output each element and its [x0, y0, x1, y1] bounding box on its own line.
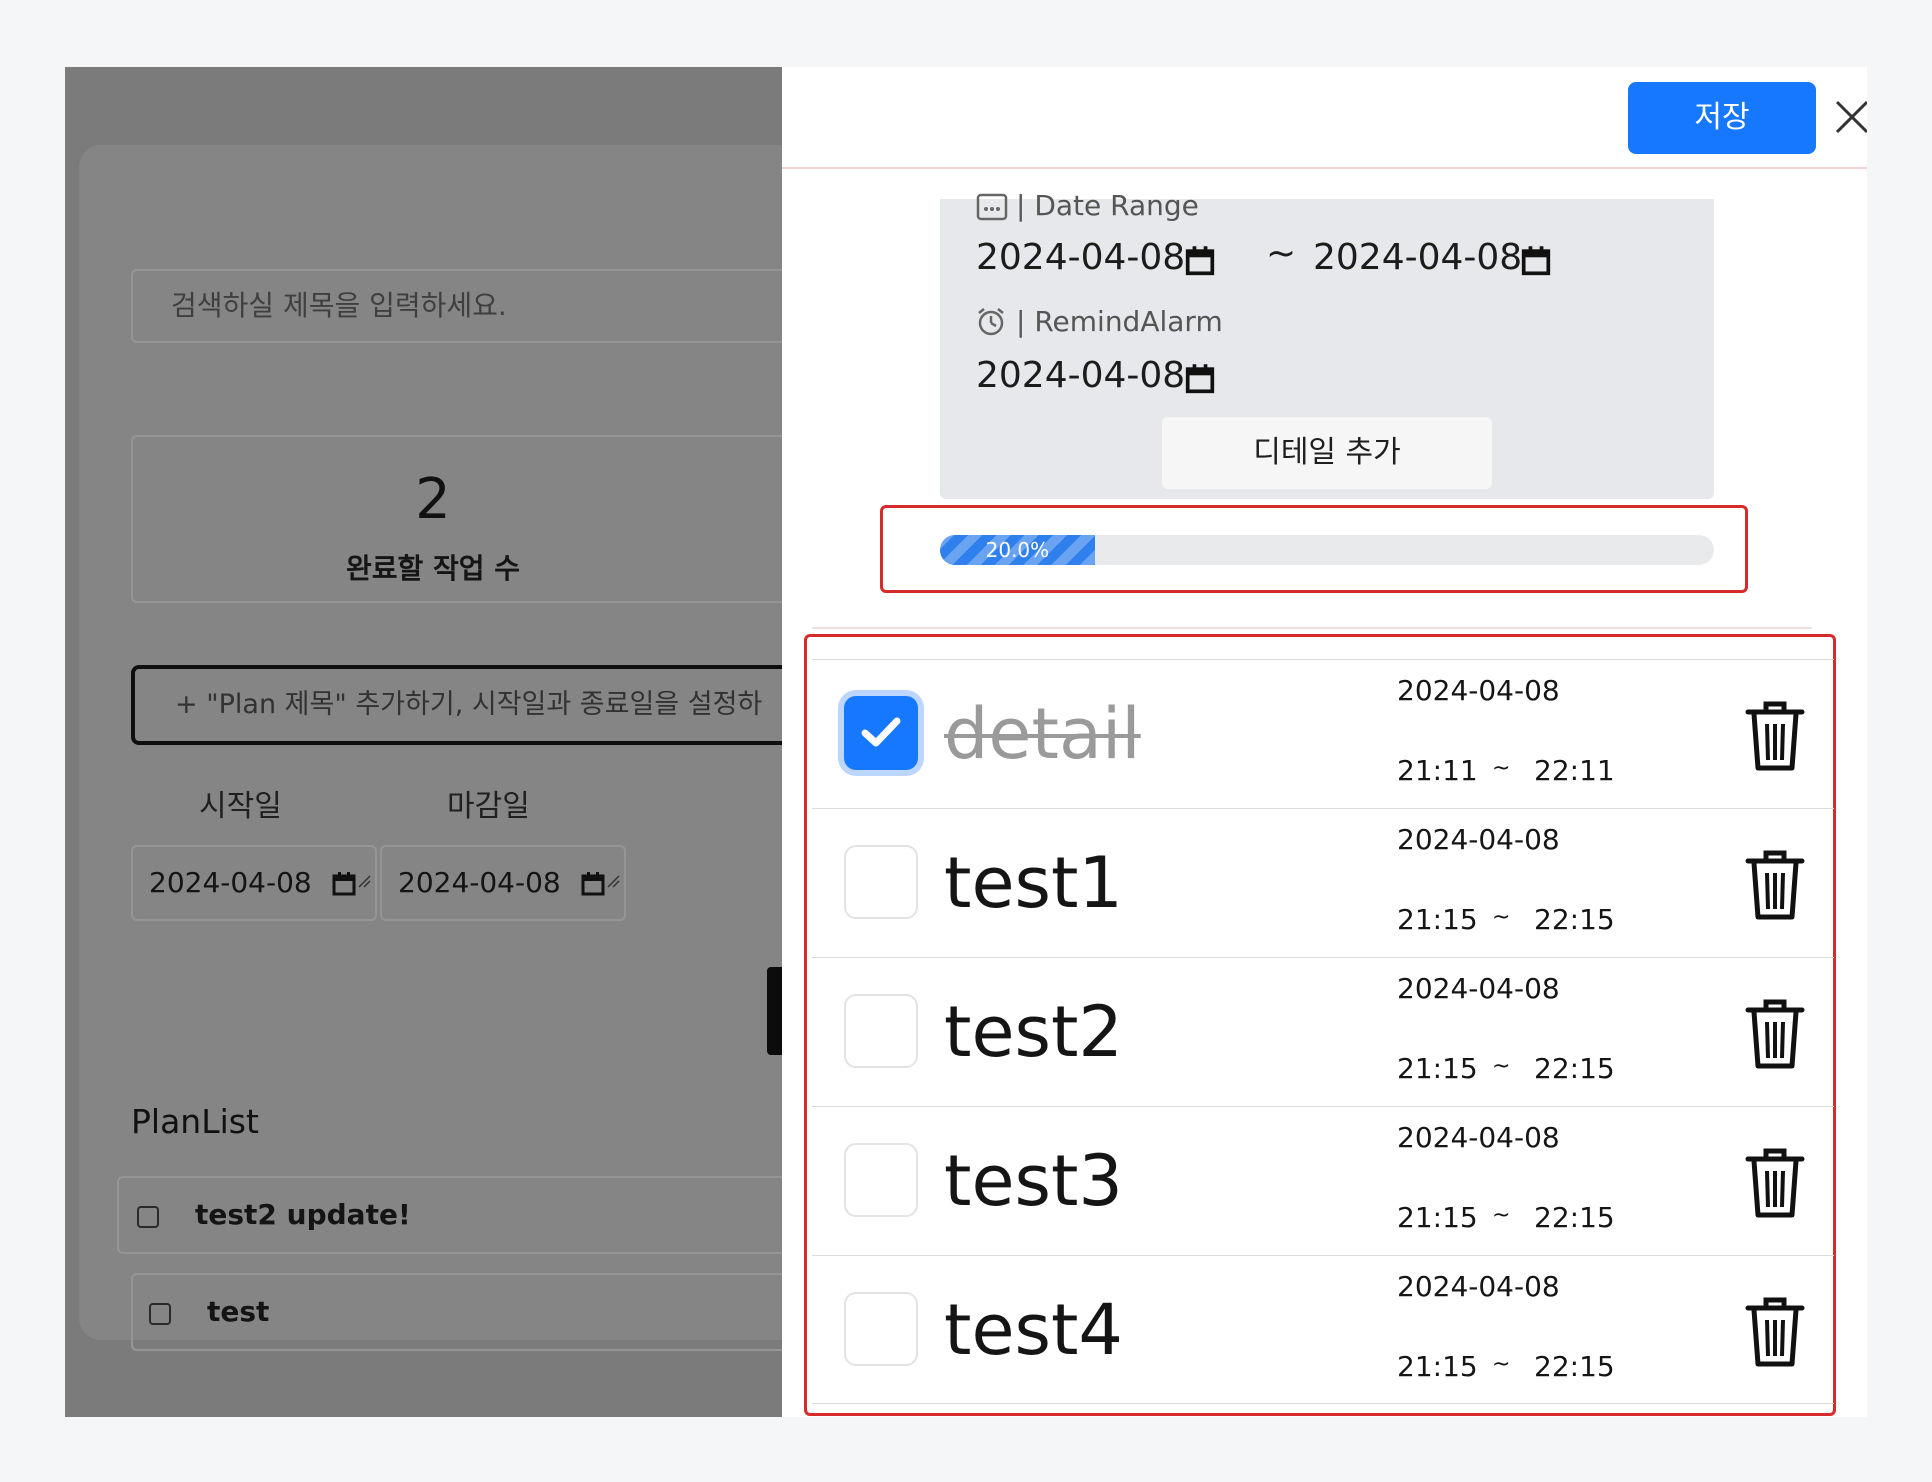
plan-checkbox[interactable] — [137, 1206, 159, 1228]
check-icon — [861, 717, 901, 747]
progress-fill: 20.0% — [940, 535, 1095, 565]
detail-start-time: 21:11 — [1397, 754, 1478, 787]
trash-icon[interactable] — [1742, 1294, 1808, 1370]
plan-detail-drawer: 저장 | Date Range 2024-04-08 ~ 2024-04-08 … — [782, 67, 1867, 1417]
calendar-icon[interactable] — [1520, 245, 1552, 277]
section-divider — [812, 627, 1812, 629]
detail-title: test1 — [944, 842, 1123, 924]
plan-item[interactable]: test2 update! — [117, 1176, 782, 1254]
detail-row: test3 2024-04-08 21:15 ~ 22:15 — [812, 1106, 1834, 1255]
detail-date: 2024-04-08 — [1397, 1270, 1560, 1303]
add-detail-button[interactable]: 디테일 추가 — [1162, 417, 1492, 489]
time-separator: ~ — [1492, 1203, 1511, 1228]
detail-checkbox[interactable] — [844, 1292, 918, 1366]
trash-icon[interactable] — [1742, 698, 1808, 774]
detail-date: 2024-04-08 — [1397, 972, 1560, 1005]
progress-bar: 20.0% — [940, 535, 1714, 565]
calendar-range-icon — [976, 193, 1008, 221]
add-plan-input[interactable]: + "Plan 제목" 추가하기, 시작일과 종료일을 설정하 — [131, 665, 782, 745]
range-start-date[interactable]: 2024-04-08 — [976, 237, 1185, 278]
detail-end-time: 22:15 — [1534, 1350, 1615, 1383]
detail-end-time: 22:15 — [1534, 1201, 1615, 1234]
plan-item[interactable]: test — [131, 1273, 782, 1351]
search-input[interactable]: 검색하실 제목을 입력하세요. — [131, 269, 782, 343]
date-range-label: | Date Range — [1016, 193, 1199, 222]
calendar-icon[interactable] — [331, 871, 357, 897]
start-date-input[interactable]: 2024-04-08 — [131, 845, 377, 921]
alarm-clock-icon — [976, 307, 1006, 337]
plan-title: test — [207, 1295, 270, 1328]
plan-checkbox[interactable] — [149, 1303, 171, 1325]
detail-title: test3 — [944, 1140, 1123, 1222]
submit-plan-button[interactable] — [767, 967, 782, 1055]
detail-row: test1 2024-04-08 21:15 ~ 22:15 — [812, 808, 1834, 957]
trash-icon[interactable] — [1742, 1145, 1808, 1221]
detail-start-time: 21:15 — [1397, 903, 1478, 936]
plan-info-card: | Date Range 2024-04-08 ~ 2024-04-08 | R… — [940, 193, 1714, 499]
end-date-input[interactable]: 2024-04-08 — [380, 845, 626, 921]
detail-title: test2 — [944, 991, 1123, 1073]
detail-checkbox[interactable] — [844, 845, 918, 919]
calendar-icon[interactable] — [580, 871, 606, 897]
detail-list: detail 2024-04-08 21:11 ~ 22:11 test1 20… — [812, 659, 1834, 1404]
detail-date: 2024-04-08 — [1397, 823, 1560, 856]
remaining-count-value: 2 — [415, 467, 451, 532]
trash-icon[interactable] — [1742, 996, 1808, 1072]
remaining-count-card: 2 완료할 작업 수 — [131, 435, 782, 603]
time-separator: ~ — [1492, 756, 1511, 781]
calendar-icon[interactable] — [1184, 245, 1216, 277]
detail-end-time: 22:15 — [1534, 903, 1615, 936]
detail-title: test4 — [944, 1289, 1123, 1371]
detail-row: test4 2024-04-08 21:15 ~ 22:15 — [812, 1255, 1834, 1404]
detail-row: test2 2024-04-08 21:15 ~ 22:15 — [812, 957, 1834, 1106]
remind-date[interactable]: 2024-04-08 — [976, 355, 1185, 396]
resize-handle-icon[interactable] — [606, 843, 620, 915]
range-end-date[interactable]: 2024-04-08 — [1313, 237, 1522, 278]
main-card: 검색하실 제목을 입력하세요. 2 완료할 작업 수 + "Plan 제목" 추… — [79, 145, 782, 1351]
date-range-header: | Date Range — [976, 193, 1376, 227]
detail-checkbox[interactable] — [844, 1143, 918, 1217]
detail-title: detail — [944, 693, 1141, 775]
detail-row: detail 2024-04-08 21:11 ~ 22:11 — [812, 659, 1834, 808]
end-date-value: 2024-04-08 — [398, 866, 561, 899]
time-separator: ~ — [1492, 1352, 1511, 1377]
detail-end-time: 22:11 — [1534, 754, 1615, 787]
start-date-label: 시작일 — [199, 789, 282, 824]
detail-start-time: 21:15 — [1397, 1052, 1478, 1085]
detail-checkbox[interactable] — [844, 696, 918, 770]
time-separator: ~ — [1492, 905, 1511, 930]
detail-checkbox[interactable] — [844, 994, 918, 1068]
trash-icon[interactable] — [1742, 847, 1808, 923]
header-divider — [782, 167, 1867, 169]
end-date-label: 마감일 — [447, 789, 530, 824]
calendar-icon[interactable] — [1184, 363, 1216, 395]
range-separator: ~ — [1266, 233, 1297, 274]
remaining-count-label: 완료할 작업 수 — [345, 552, 521, 585]
detail-start-time: 21:15 — [1397, 1201, 1478, 1234]
detail-end-time: 22:15 — [1534, 1052, 1615, 1085]
close-icon[interactable] — [1832, 97, 1867, 137]
detail-date: 2024-04-08 — [1397, 674, 1560, 707]
detail-date: 2024-04-08 — [1397, 1121, 1560, 1154]
background-app: 검색하실 제목을 입력하세요. 2 완료할 작업 수 + "Plan 제목" 추… — [65, 67, 782, 1417]
time-separator: ~ — [1492, 1054, 1511, 1079]
planlist-title: PlanList — [131, 1102, 259, 1141]
start-date-value: 2024-04-08 — [149, 866, 312, 899]
detail-start-time: 21:15 — [1397, 1350, 1478, 1383]
plan-title: test2 update! — [195, 1198, 411, 1231]
resize-handle-icon[interactable] — [357, 843, 371, 915]
remind-alarm-label: | RemindAlarm — [1016, 305, 1223, 338]
save-button[interactable]: 저장 — [1628, 82, 1816, 154]
